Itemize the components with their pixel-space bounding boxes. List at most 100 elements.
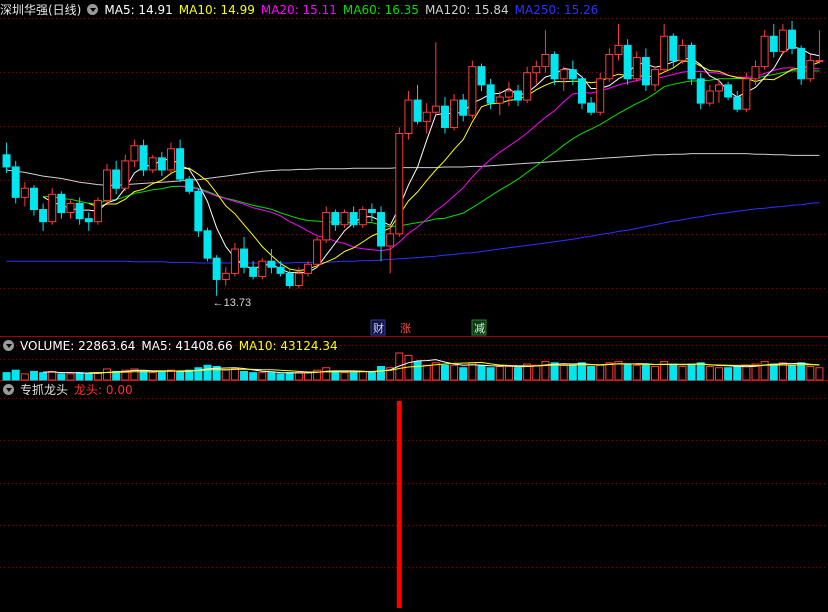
candle-down [57, 193, 66, 214]
volume-legend: VOLUME: 22863.64 MA5: 41408.66 MA10: 43124… [20, 339, 344, 353]
volume-bar [258, 372, 267, 381]
ma-legend-item: MA60: 16.35 [342, 3, 419, 17]
candle-up [166, 148, 175, 171]
volume-bar [769, 363, 778, 381]
volume-bar [377, 366, 386, 381]
ma-legend-item: MA10: 14.99 [178, 3, 255, 17]
tag-cai[interactable]: 财 [373, 321, 384, 335]
candle-down [212, 257, 221, 280]
candle-down [331, 212, 340, 226]
ma-legend-item: MA5: 14.91 [104, 3, 173, 17]
candle-up [230, 248, 239, 274]
candle-down [623, 44, 632, 80]
volume-bar [176, 370, 185, 381]
volume-bar [48, 370, 57, 381]
ma-legend-item: MA20: 15.11 [260, 3, 337, 17]
volume-bar [84, 373, 93, 381]
candle-up [358, 209, 367, 226]
candle-down [157, 157, 166, 171]
volume-bar [742, 364, 751, 381]
candle-up [148, 157, 157, 171]
volume-bar [605, 362, 614, 381]
candle-up [559, 69, 568, 80]
ma-legend-item: MA250: 15.26 [514, 3, 599, 17]
volume-bar [724, 367, 733, 381]
volume-bar [340, 372, 349, 381]
candle-down [29, 187, 38, 211]
volume-bar [267, 372, 276, 381]
candle-up [632, 57, 641, 80]
candle-up [596, 78, 605, 113]
volume-bar [230, 368, 239, 381]
volume-bar [440, 364, 449, 381]
volume-bar [349, 372, 358, 381]
candle-up [422, 111, 431, 122]
collapse-toggle-icon[interactable] [3, 340, 14, 351]
candle-up [504, 90, 513, 98]
tag-zhang[interactable]: 涨 [400, 322, 411, 335]
main-chart-header: 深圳华强(日线) MA5: 14.91 MA10: 14.99 MA20: 15.11… [0, 1, 610, 19]
candle-down [276, 266, 285, 274]
volume-bar [11, 369, 20, 381]
volume-bar [514, 367, 523, 381]
candle-down [84, 218, 93, 223]
stock-name[interactable]: 深圳华强(日线) [0, 3, 81, 17]
volume-bar [39, 372, 48, 381]
volume-bar [29, 370, 38, 381]
tag-jian[interactable]: 减 [474, 322, 485, 335]
candle-down [733, 96, 742, 110]
candle-down [486, 84, 495, 104]
volume-bar [203, 364, 212, 381]
candle-up [541, 53, 550, 68]
volume-bar [422, 364, 431, 381]
volume-bar [2, 372, 11, 381]
candle-down [577, 78, 586, 104]
indicator-name[interactable]: 专抓龙头 [20, 383, 68, 397]
volume-bar [651, 366, 660, 381]
candle-down [641, 57, 650, 86]
candle-up [431, 105, 440, 113]
volume-bar [495, 366, 504, 381]
volume-bar [532, 364, 541, 381]
volume-bar [294, 372, 303, 381]
candle-down [687, 44, 696, 80]
candle-down [240, 248, 249, 268]
collapse-toggle-icon[interactable] [3, 384, 14, 395]
candle-up [404, 99, 413, 135]
signal-bar [396, 401, 402, 608]
candle-down [203, 230, 212, 259]
candle-up [103, 169, 112, 201]
volume-bar [797, 362, 806, 381]
candle-up [20, 187, 29, 198]
kline-chart[interactable]: ←13.73 财 涨 减 [0, 0, 828, 612]
candle-down [194, 190, 203, 232]
candle-down [185, 178, 194, 192]
volume-bar [788, 364, 797, 381]
candle-down [459, 99, 468, 116]
volume-header: VOLUME: 22863.64 MA5: 41408.66 MA10: 43124… [0, 337, 350, 355]
volume-bar [477, 364, 486, 381]
candle-down [440, 105, 449, 128]
volume-bar [331, 370, 340, 381]
candle-down [349, 212, 358, 226]
candle-down [550, 53, 559, 80]
candle-up [495, 96, 504, 104]
volume-bar [75, 372, 84, 381]
candle-up [468, 66, 477, 116]
candle-up [678, 44, 687, 62]
volume-bar [57, 373, 66, 381]
volume-bar [303, 372, 312, 381]
candle-up [313, 239, 322, 265]
volume-bar [459, 367, 468, 381]
volume-bar [587, 366, 596, 381]
candle-up [395, 133, 404, 235]
candle-down [769, 35, 778, 52]
candle-up [221, 272, 230, 280]
candle-up [751, 66, 760, 80]
ma-legend: MA5: 14.91 MA10: 14.99 MA20: 15.11 MA60: 16… [104, 3, 604, 17]
candle-down [696, 78, 705, 104]
candle-up [294, 272, 303, 287]
volume-bar [139, 370, 148, 381]
volume-bar [486, 367, 495, 381]
collapse-toggle-icon[interactable] [87, 4, 99, 15]
